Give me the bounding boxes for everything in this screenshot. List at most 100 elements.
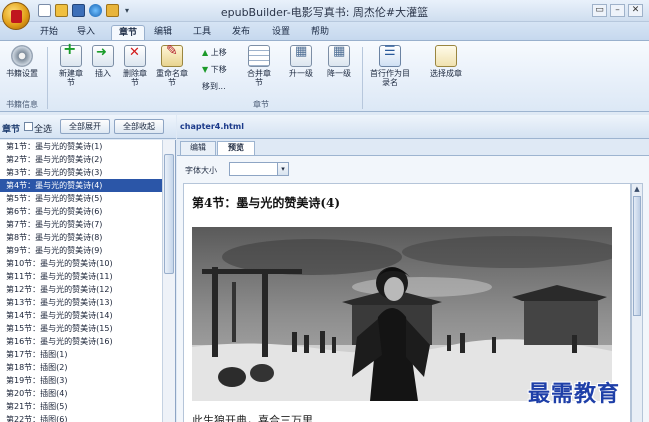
chapter-item[interactable]: 第6节：墨与光的赞美诗(6) (0, 205, 175, 218)
chapter-panel-header: 章节 全选 全部展开 全部收起 (0, 115, 176, 139)
window-controls: ▭ – ✕ (592, 4, 643, 17)
book-settings-button[interactable]: 书籍设置 (4, 45, 40, 78)
minimize-button[interactable]: – (610, 4, 625, 17)
select-all-label[interactable]: 全选 (34, 122, 52, 135)
tab-preview-mode[interactable]: 预览 (217, 141, 255, 155)
chapter-item[interactable]: 第12节：墨与光的赞美诗(12) (0, 283, 175, 296)
delete-chapter-button[interactable]: 删除章节 (120, 45, 150, 87)
font-size-label: 字体大小 (185, 166, 217, 175)
restore-ribbon-button[interactable]: ▭ (592, 4, 607, 17)
level-down-button[interactable]: 降一级 (322, 45, 356, 78)
tab-edit[interactable]: 编辑 (150, 25, 176, 40)
app-logo-icon (11, 10, 22, 23)
first-line-as-toc-label: 首行作为目录名 (370, 69, 410, 87)
toc-list-icon (379, 45, 401, 67)
chapter-tree[interactable]: 第1节：墨与光的赞美诗(1) 第2节：墨与光的赞美诗(2) 第3节：墨与光的赞美诗(… (0, 140, 176, 422)
chapter-item[interactable]: 第22节：插图(6) (0, 413, 175, 422)
chapter-item[interactable]: 第20节：插图(4) (0, 387, 175, 400)
select-chapter-label: 选择成章 (430, 69, 462, 78)
chapter-item[interactable]: 第15节：墨与光的赞美诗(15) (0, 322, 175, 335)
rename-pencil-icon (161, 45, 183, 67)
arrow-up-icon: ▲ (202, 48, 209, 57)
level-up-label: 升一级 (289, 69, 313, 78)
chevron-down-icon[interactable]: ▾ (277, 163, 288, 175)
gear-icon (11, 45, 33, 67)
file-path-bar: chapter4.html (177, 115, 649, 139)
chapter-item[interactable]: 第3节：墨与光的赞美诗(3) (0, 166, 175, 179)
chapter-item[interactable]: 第5节：墨与光的赞美诗(5) (0, 192, 175, 205)
move-up-button[interactable]: ▲ 上移 (202, 48, 227, 58)
chapter-tree-scrollbar[interactable] (162, 140, 175, 422)
rename-chapter-label: 重命名章节 (156, 69, 188, 87)
move-down-button[interactable]: ▼ 下移 (202, 65, 227, 75)
chapter-item[interactable]: 第13节：墨与光的赞美诗(13) (0, 296, 175, 309)
chapter-item[interactable]: 第14节：墨与光的赞美诗(14) (0, 309, 175, 322)
editor-tabs: 编辑 预览 (177, 139, 649, 155)
move-to-label: 移到... (202, 82, 226, 91)
chapter-item[interactable]: 第17节：插图(1) (0, 348, 175, 361)
add-page-icon (60, 44, 82, 67)
indent-up-icon (290, 45, 312, 67)
move-to-button[interactable]: 移到... (202, 82, 226, 92)
tab-edit-mode[interactable]: 编辑 (180, 141, 216, 155)
chapter-item[interactable]: 第18节：插图(2) (0, 361, 175, 374)
chapter-item[interactable]: 第9节：墨与光的赞美诗(9) (0, 244, 175, 257)
close-button[interactable]: ✕ (628, 4, 643, 17)
tab-start[interactable]: 开始 (36, 25, 62, 40)
chapter-item[interactable]: 第21节：插图(5) (0, 400, 175, 413)
chapter-list: 第1节：墨与光的赞美诗(1) 第2节：墨与光的赞美诗(2) 第3节：墨与光的赞美诗(… (0, 140, 175, 422)
select-page-icon (435, 45, 457, 67)
select-all-checkbox[interactable] (24, 122, 33, 131)
first-line-as-toc-button[interactable]: 首行作为目录名 (368, 45, 412, 87)
chapter-photo (192, 227, 612, 401)
app-menu-button[interactable] (2, 2, 30, 30)
preview-scrollbar[interactable]: ▲ (631, 183, 643, 422)
chapter-item[interactable]: 第4节：墨与光的赞美诗(4) (0, 179, 162, 192)
movie-still-image (192, 227, 612, 401)
collapse-all-button[interactable]: 全部收起 (114, 119, 164, 134)
level-up-button[interactable]: 升一级 (284, 45, 318, 78)
chapter-item[interactable]: 第19节：插图(3) (0, 374, 175, 387)
chapter-item[interactable]: 第2节：墨与光的赞美诗(2) (0, 153, 175, 166)
file-path: chapter4.html (180, 122, 244, 131)
merge-lines-icon (248, 45, 270, 67)
ribbon-separator (47, 47, 48, 109)
insert-label: 插入 (95, 69, 111, 78)
expand-all-button[interactable]: 全部展开 (60, 119, 110, 134)
chapter-item[interactable]: 第7节：墨与光的赞美诗(7) (0, 218, 175, 231)
move-up-label: 上移 (210, 48, 227, 57)
level-down-label: 降一级 (327, 69, 351, 78)
chapter-item[interactable]: 第10节：墨与光的赞美诗(10) (0, 257, 175, 270)
chapter-item[interactable]: 第16节：墨与光的赞美诗(16) (0, 335, 175, 348)
chapter-item[interactable]: 第11节：墨与光的赞美诗(11) (0, 270, 175, 283)
preview-scrollbar-thumb[interactable] (633, 196, 641, 316)
tab-chapter[interactable]: 章节 (111, 25, 145, 40)
move-down-label: 下移 (210, 65, 227, 74)
chapter-item[interactable]: 第8节：墨与光的赞美诗(8) (0, 231, 175, 244)
tab-publish[interactable]: 发布 (228, 25, 254, 40)
book-settings-label: 书籍设置 (6, 69, 38, 78)
new-chapter-button[interactable]: 新建章节 (56, 44, 86, 87)
chapter-title: 第4节：墨与光的赞美诗(4) (192, 196, 341, 210)
font-size-select[interactable]: ▾ (229, 162, 289, 176)
chapter-item[interactable]: 第1节：墨与光的赞美诗(1) (0, 140, 175, 153)
select-chapter-button[interactable]: 选择成章 (424, 45, 468, 78)
tab-tools[interactable]: 工具 (189, 25, 215, 40)
tab-settings[interactable]: 设置 (268, 25, 294, 40)
ribbon-separator (362, 47, 363, 109)
scrollbar-thumb[interactable] (164, 154, 174, 274)
chapter-panel-title: 章节 (2, 125, 21, 135)
scroll-up-icon[interactable]: ▲ (632, 184, 642, 194)
new-chapter-label: 新建章节 (59, 69, 83, 87)
delete-chapter-label: 删除章节 (123, 69, 147, 87)
ribbon-tabs: 开始 导入 章节 编辑 工具 发布 设置 帮助 (0, 22, 649, 40)
tab-help[interactable]: 帮助 (307, 25, 333, 40)
insert-button[interactable]: 插入 (88, 45, 118, 78)
title-bar: ▾ epubBuilder-电影写真书: 周杰伦#大灌篮 ▭ – ✕ (0, 0, 649, 22)
rename-chapter-button[interactable]: 重命名章节 (154, 45, 190, 87)
arrow-down-icon: ▼ (202, 65, 209, 74)
merge-chapter-button[interactable]: 合并章节 (244, 45, 274, 87)
insert-arrow-icon (92, 45, 114, 67)
group-label-book-info: 书籍信息 (6, 100, 38, 109)
tab-import[interactable]: 导入 (73, 25, 99, 40)
